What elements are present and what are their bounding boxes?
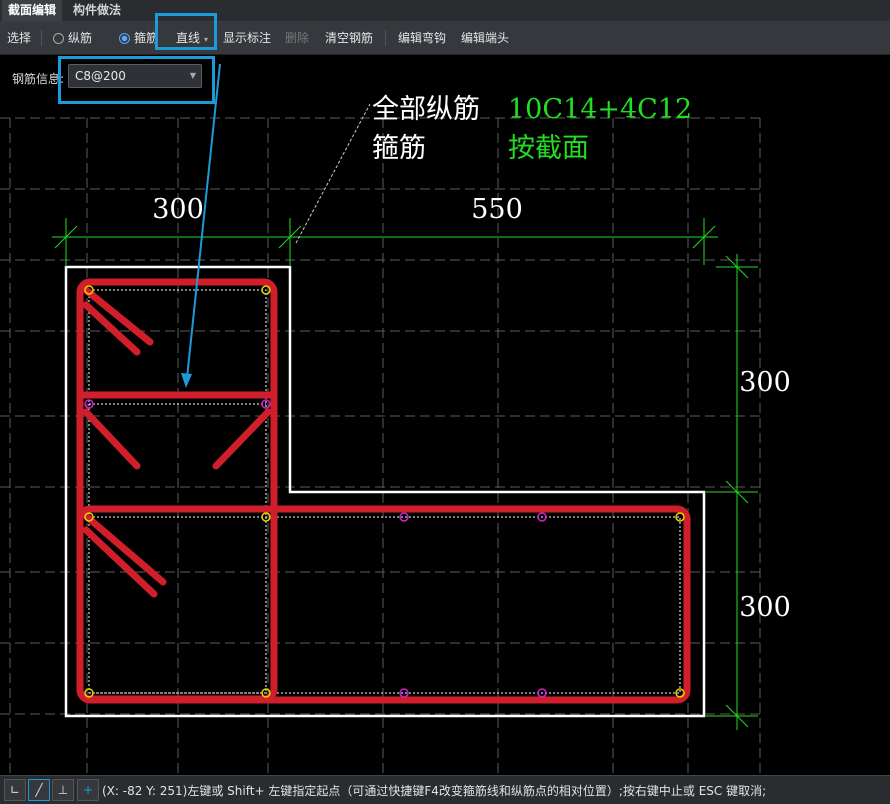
drawing-canvas[interactable]: 300 550 300 300 全部纵筋 10C14+4C12 箍筋 按截面 [0,0,890,775]
dim-top-left: 300 [152,194,204,225]
stirrup-annotation-label: 箍筋 [372,133,426,164]
side-bars [84,399,547,698]
callout-arrow [181,63,221,388]
rebar-info-highlight [58,56,215,104]
dim-right-upper: 300 [739,367,791,398]
status-bar: ∟ ╱ ⊥ + (X: -82 Y: 251)左键或 Shift+ 左键指定起点… [0,775,890,804]
line-icon[interactable]: ╱ [28,779,50,801]
annotation-leader [295,103,371,244]
longitudinal-annotation-label: 全部纵筋 [372,94,480,125]
line-mode-highlight [155,13,217,50]
section-outline [64,265,706,718]
status-message: (X: -82 Y: 251)左键或 Shift+ 左键指定起点（可通过快捷键F… [102,784,767,798]
perpendicular-icon[interactable]: ⊥ [52,779,74,801]
dim-top-right: 550 [471,194,523,225]
stirrup-annotation-value: 按截面 [508,133,589,164]
dim-right-lower: 300 [739,592,791,623]
add-icon[interactable]: + [77,779,99,801]
dimension-lines [52,218,758,730]
orthogonal-icon[interactable]: ∟ [4,779,26,801]
longitudinal-annotation-value: 10C14+4C12 [508,94,692,125]
